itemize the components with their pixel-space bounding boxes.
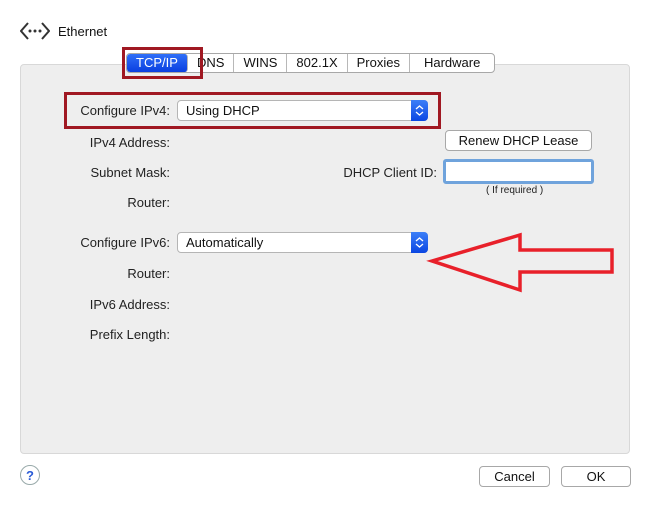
subnet-mask-label: Subnet Mask: <box>90 165 171 180</box>
prefix-length-label: Prefix Length: <box>89 327 170 342</box>
select-stepper-icon <box>411 100 428 121</box>
ipv6-address-label: IPv6 Address: <box>89 297 170 312</box>
tab-proxies[interactable]: Proxies <box>348 54 410 72</box>
dhcp-client-id-input[interactable] <box>443 159 594 184</box>
tab-wins[interactable]: WINS <box>234 54 288 72</box>
ipv4-router-label: Router: <box>127 195 170 210</box>
if-required-note: ( If required ) <box>486 185 544 196</box>
configure-ipv6-select[interactable]: Automatically <box>177 232 428 253</box>
configure-ipv6-label: Configure IPv6: <box>80 235 170 250</box>
configure-ipv4-value: Using DHCP <box>186 103 260 118</box>
ethernet-icon <box>20 22 50 40</box>
configure-ipv4-select[interactable]: Using DHCP <box>177 100 428 121</box>
tab-8021x[interactable]: 802.1X <box>287 54 348 72</box>
cancel-button[interactable]: Cancel <box>479 466 550 487</box>
configure-ipv4-label: Configure IPv4: <box>80 103 170 118</box>
help-button[interactable]: ? <box>20 465 40 485</box>
red-arrow-annotation <box>426 232 614 293</box>
window-title: Ethernet <box>58 24 108 39</box>
tab-hardware[interactable]: Hardware <box>410 54 494 72</box>
ipv6-router-label: Router: <box>127 266 170 281</box>
dhcp-client-id-label: DHCP Client ID: <box>343 165 437 180</box>
ok-button[interactable]: OK <box>561 466 631 487</box>
configure-ipv6-value: Automatically <box>186 235 264 250</box>
ipv4-address-label: IPv4 Address: <box>89 135 170 150</box>
tab-highlight-box <box>122 47 203 79</box>
renew-dhcp-lease-button[interactable]: Renew DHCP Lease <box>445 130 592 151</box>
